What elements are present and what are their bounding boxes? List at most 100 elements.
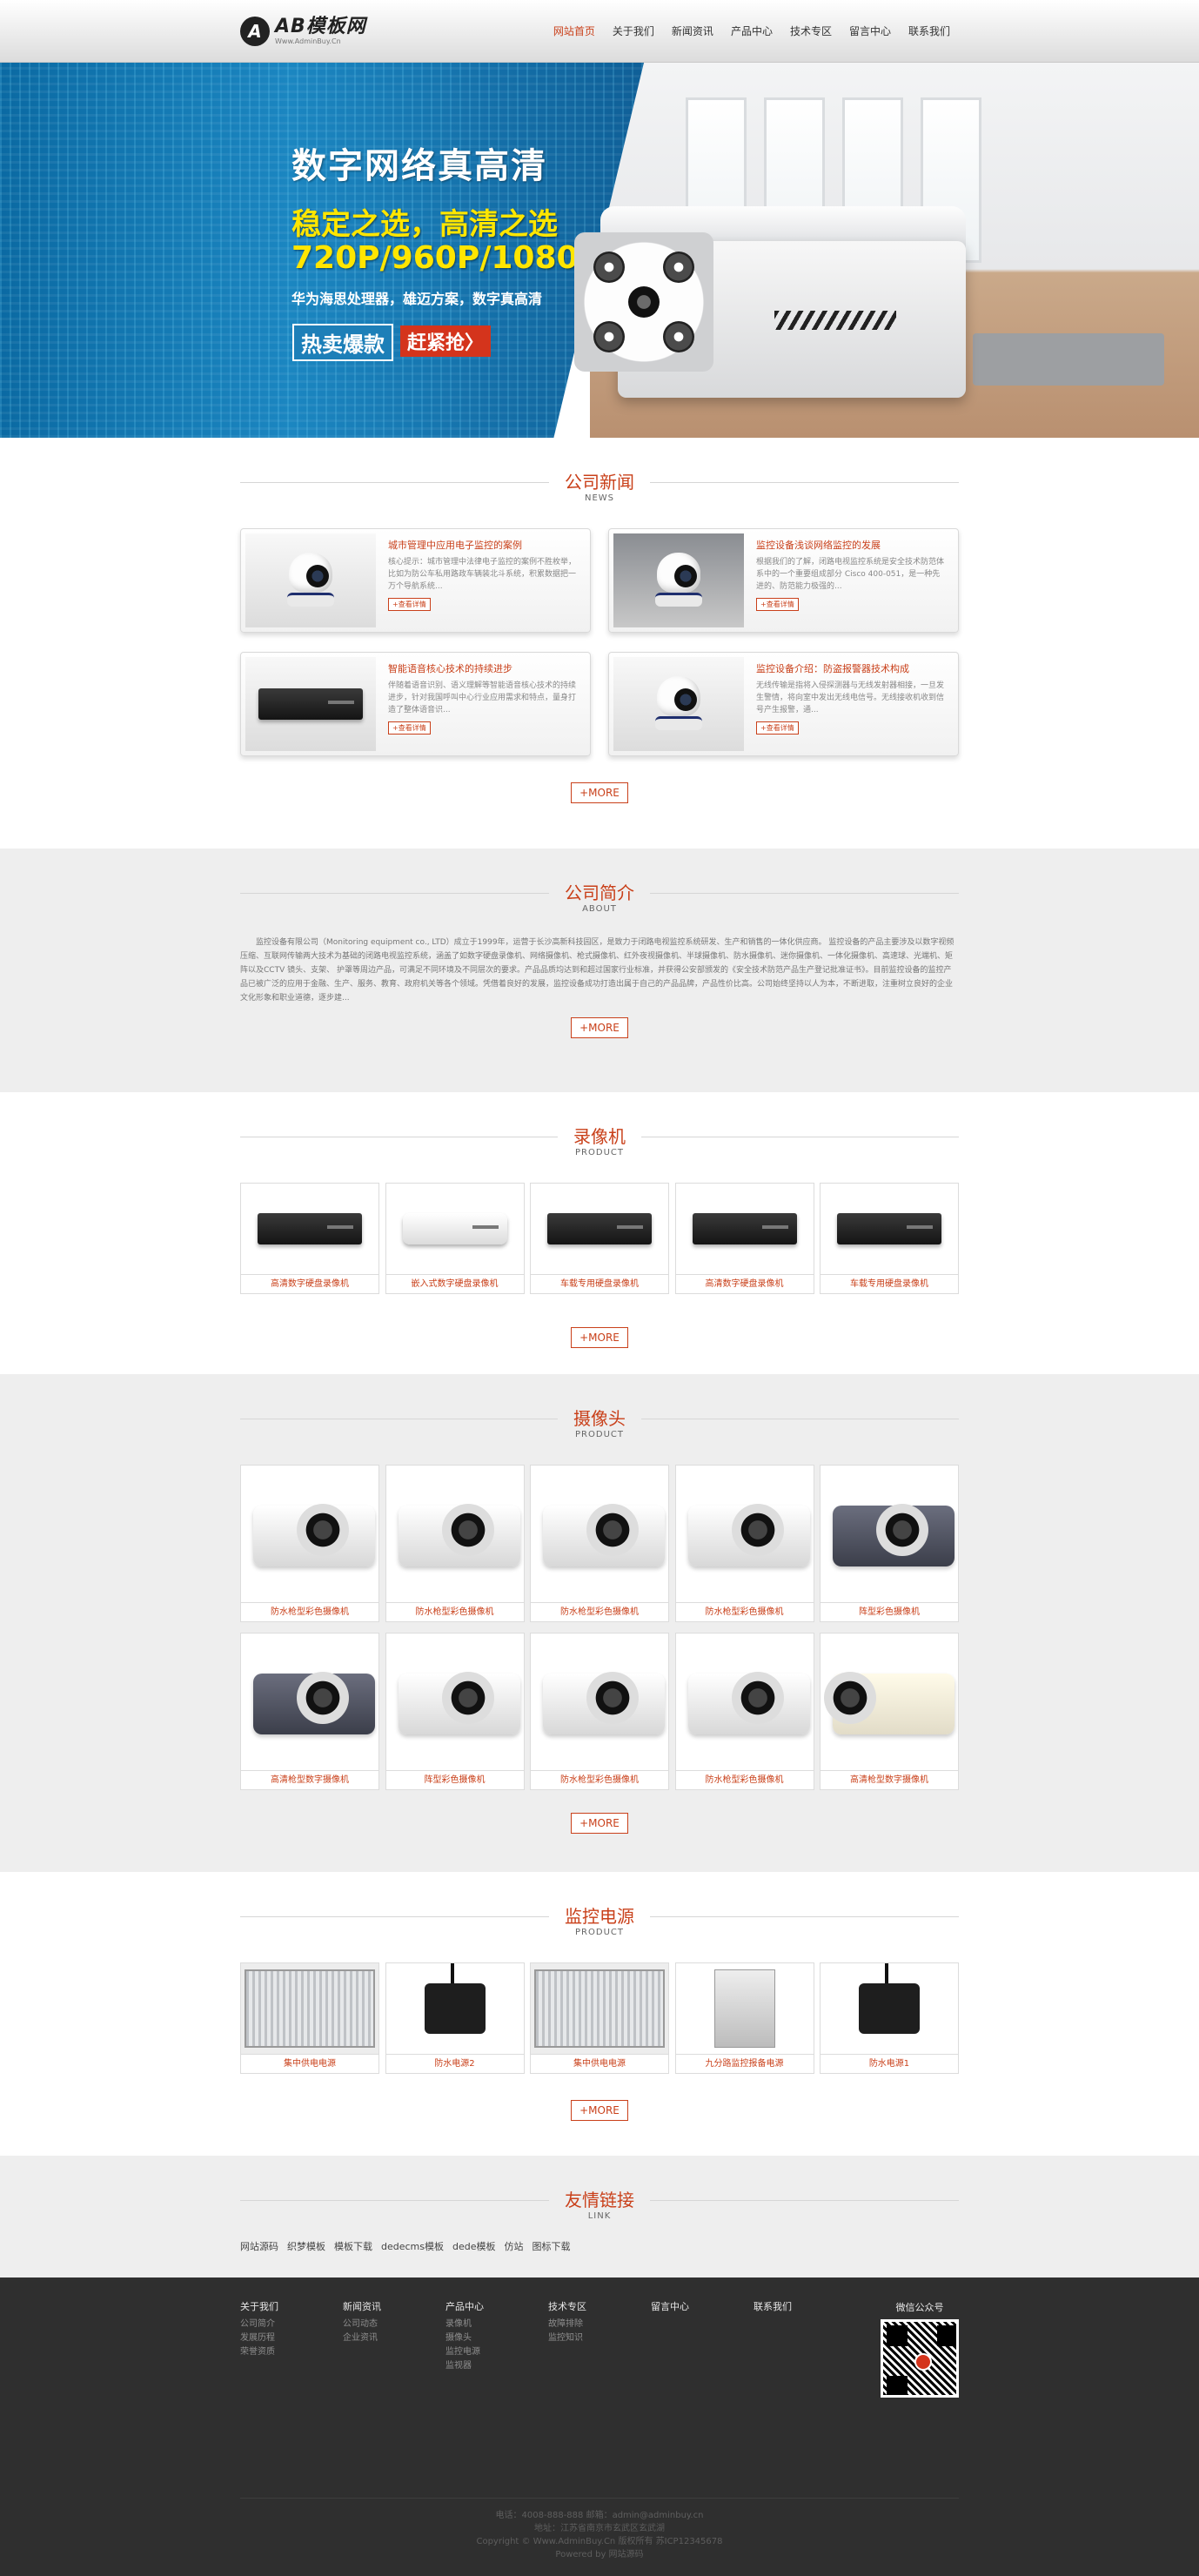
product-card[interactable]: 防水枪型彩色摄像机 (674, 1465, 814, 1622)
footer-col-title[interactable]: 产品中心 (445, 2300, 548, 2314)
product-card[interactable]: 阵型彩色摄像机 (385, 1633, 525, 1790)
hero-banner[interactable]: 数字网络真高清 稳定之选，高清之选 720P/960P/1080P 华为海思处理… (0, 63, 1199, 438)
product-name[interactable]: 阵型彩色摄像机 (821, 1602, 958, 1621)
footer-link[interactable]: 荣誉资质 (240, 2345, 343, 2359)
product-card[interactable]: 九分路监控报备电源 (674, 1962, 814, 2074)
buy-now-button[interactable]: 赶紧抢〉 (400, 325, 492, 357)
product-image (385, 1466, 524, 1602)
friend-link[interactable]: 模板下载 (334, 2239, 372, 2253)
news-item-title[interactable]: 监控设备介绍：防盗报警器技术构成 (756, 662, 945, 676)
news-item[interactable]: 监控设备介绍：防盗报警器技术构成 无线传输是指将入侵探测器与无线发射器相接，一旦… (608, 652, 959, 756)
product-name[interactable]: 防水枪型彩色摄像机 (531, 1602, 668, 1621)
footer-col-title[interactable]: 联系我们 (754, 2300, 856, 2314)
footer-link[interactable]: 发展历程 (240, 2331, 343, 2345)
friend-link[interactable]: 图标下载 (533, 2239, 571, 2253)
product-card[interactable]: 车载专用硬盘录像机 (820, 1183, 959, 1294)
power-more-button[interactable]: +MORE (571, 2100, 628, 2121)
product-name[interactable]: 高清枪型数字摄像机 (241, 1770, 378, 1789)
footer-col-title[interactable]: 新闻资讯 (343, 2300, 445, 2314)
product-name[interactable]: 车载专用硬盘录像机 (821, 1274, 958, 1293)
nav-tech[interactable]: 技术专区 (781, 0, 841, 63)
product-name[interactable]: 防水电源1 (821, 2054, 958, 2073)
news-item-title[interactable]: 城市管理中应用电子监控的案例 (388, 539, 577, 553)
product-card[interactable]: 防水电源2 (385, 1962, 525, 2074)
news-detail-button[interactable]: +查看详情 (388, 598, 431, 611)
product-name[interactable]: 阵型彩色摄像机 (385, 1770, 524, 1789)
product-card[interactable]: 防水枪型彩色摄像机 (530, 1633, 669, 1790)
news-item-title[interactable]: 智能语音核心技术的持续进步 (388, 662, 577, 676)
nav-home[interactable]: 网站首页 (545, 0, 604, 63)
nav-about[interactable]: 关于我们 (604, 0, 663, 63)
footer-link[interactable]: 故障排除 (548, 2318, 651, 2331)
product-card[interactable]: 防水枪型彩色摄像机 (530, 1465, 669, 1622)
camera-more-button[interactable]: +MORE (571, 1813, 628, 1834)
product-card[interactable]: 防水枪型彩色摄像机 (674, 1633, 814, 1790)
product-name[interactable]: 高清数字硬盘录像机 (241, 1274, 378, 1293)
product-card[interactable]: 防水电源1 (820, 1962, 959, 2074)
product-image (241, 1633, 378, 1770)
product-name[interactable]: 高清数字硬盘录像机 (675, 1274, 814, 1293)
product-card[interactable]: 高清枪型数字摄像机 (240, 1633, 379, 1790)
product-card[interactable]: 车载专用硬盘录像机 (530, 1183, 669, 1294)
product-card[interactable]: 阵型彩色摄像机 (820, 1465, 959, 1622)
news-item-title[interactable]: 监控设备浅谈网络监控的发展 (756, 539, 945, 553)
friend-link[interactable]: 仿站 (505, 2239, 524, 2253)
nav-contact[interactable]: 联系我们 (900, 0, 959, 63)
news-detail-button[interactable]: +查看详情 (756, 721, 799, 735)
footer-col-title[interactable]: 技术专区 (548, 2300, 651, 2314)
product-card[interactable]: 防水枪型彩色摄像机 (240, 1465, 379, 1622)
product-card[interactable]: 集中供电电源 (530, 1962, 669, 2074)
nav-message[interactable]: 留言中心 (841, 0, 900, 63)
product-card[interactable]: 防水枪型彩色摄像机 (385, 1465, 525, 1622)
product-name[interactable]: 九分路监控报备电源 (675, 2054, 814, 2073)
about-more-button[interactable]: +MORE (571, 1017, 628, 1038)
product-name[interactable]: 车载专用硬盘录像机 (531, 1274, 668, 1293)
product-name[interactable]: 集中供电电源 (241, 2054, 378, 2073)
product-name[interactable]: 高清枪型数字摄像机 (821, 1770, 958, 1789)
friend-link[interactable]: dede模板 (452, 2239, 496, 2253)
news-more-button[interactable]: +MORE (571, 782, 628, 803)
product-card[interactable]: 高清数字硬盘录像机 (240, 1183, 379, 1294)
product-image (241, 1466, 378, 1602)
product-name[interactable]: 嵌入式数字硬盘录像机 (385, 1274, 524, 1293)
product-name[interactable]: 集中供电电源 (531, 2054, 668, 2073)
bullet-camera-image (574, 206, 983, 415)
friend-link[interactable]: 织梦模板 (287, 2239, 325, 2253)
powered-line[interactable]: Powered by 网站源码 (240, 2548, 959, 2561)
footer-link[interactable]: 监控知识 (548, 2331, 651, 2345)
product-name[interactable]: 防水枪型彩色摄像机 (241, 1602, 378, 1621)
hot-sale-button[interactable]: 热卖爆款 (292, 324, 393, 361)
footer-link[interactable]: 监视器 (445, 2359, 548, 2373)
news-item[interactable]: 智能语音核心技术的持续进步 伴随着语音识别、语义理解等智能语音核心技术的持续进步… (240, 652, 591, 756)
news-detail-button[interactable]: +查看详情 (388, 721, 431, 735)
product-name[interactable]: 防水枪型彩色摄像机 (531, 1770, 668, 1789)
product-name[interactable]: 防水电源2 (385, 2054, 524, 2073)
footer-link[interactable]: 摄像头 (445, 2331, 548, 2345)
news-section: 公司新闻 NEWS 城市管理中应用电子监控的案例 核心提示：城市管理中法律电子监… (0, 438, 1199, 849)
news-item[interactable]: 监控设备浅谈网络监控的发展 根据我们的了解，闭路电视监控系统是安全技术防范体系中… (608, 528, 959, 633)
product-name[interactable]: 防水枪型彩色摄像机 (675, 1770, 814, 1789)
product-image (675, 1963, 814, 2054)
nav-products[interactable]: 产品中心 (722, 0, 781, 63)
recorder-more-button[interactable]: +MORE (571, 1327, 628, 1348)
friend-link[interactable]: dedecms模板 (381, 2239, 444, 2253)
footer-col-title[interactable]: 关于我们 (240, 2300, 343, 2314)
footer-col-title[interactable]: 留言中心 (651, 2300, 754, 2314)
friend-link[interactable]: 网站源码 (240, 2239, 278, 2253)
banner-resolution: 720P/960P/1080P (291, 240, 601, 276)
footer-link[interactable]: 公司简介 (240, 2318, 343, 2331)
logo[interactable]: A AB模板网 Www.AdminBuy.Cn (240, 17, 366, 46)
product-name[interactable]: 防水枪型彩色摄像机 (675, 1602, 814, 1621)
product-card[interactable]: 高清枪型数字摄像机 (820, 1633, 959, 1790)
news-item[interactable]: 城市管理中应用电子监控的案例 核心提示：城市管理中法律电子监控的案例不胜枚举，比… (240, 528, 591, 633)
product-card[interactable]: 高清数字硬盘录像机 (674, 1183, 814, 1294)
footer-link[interactable]: 监控电源 (445, 2345, 548, 2359)
news-detail-button[interactable]: +查看详情 (756, 598, 799, 611)
footer-link[interactable]: 录像机 (445, 2318, 548, 2331)
footer-link[interactable]: 公司动态 (343, 2318, 445, 2331)
product-card[interactable]: 集中供电电源 (240, 1962, 379, 2074)
product-name[interactable]: 防水枪型彩色摄像机 (385, 1602, 524, 1621)
nav-news[interactable]: 新闻资讯 (663, 0, 722, 63)
footer-link[interactable]: 企业资讯 (343, 2331, 445, 2345)
product-card[interactable]: 嵌入式数字硬盘录像机 (385, 1183, 525, 1294)
